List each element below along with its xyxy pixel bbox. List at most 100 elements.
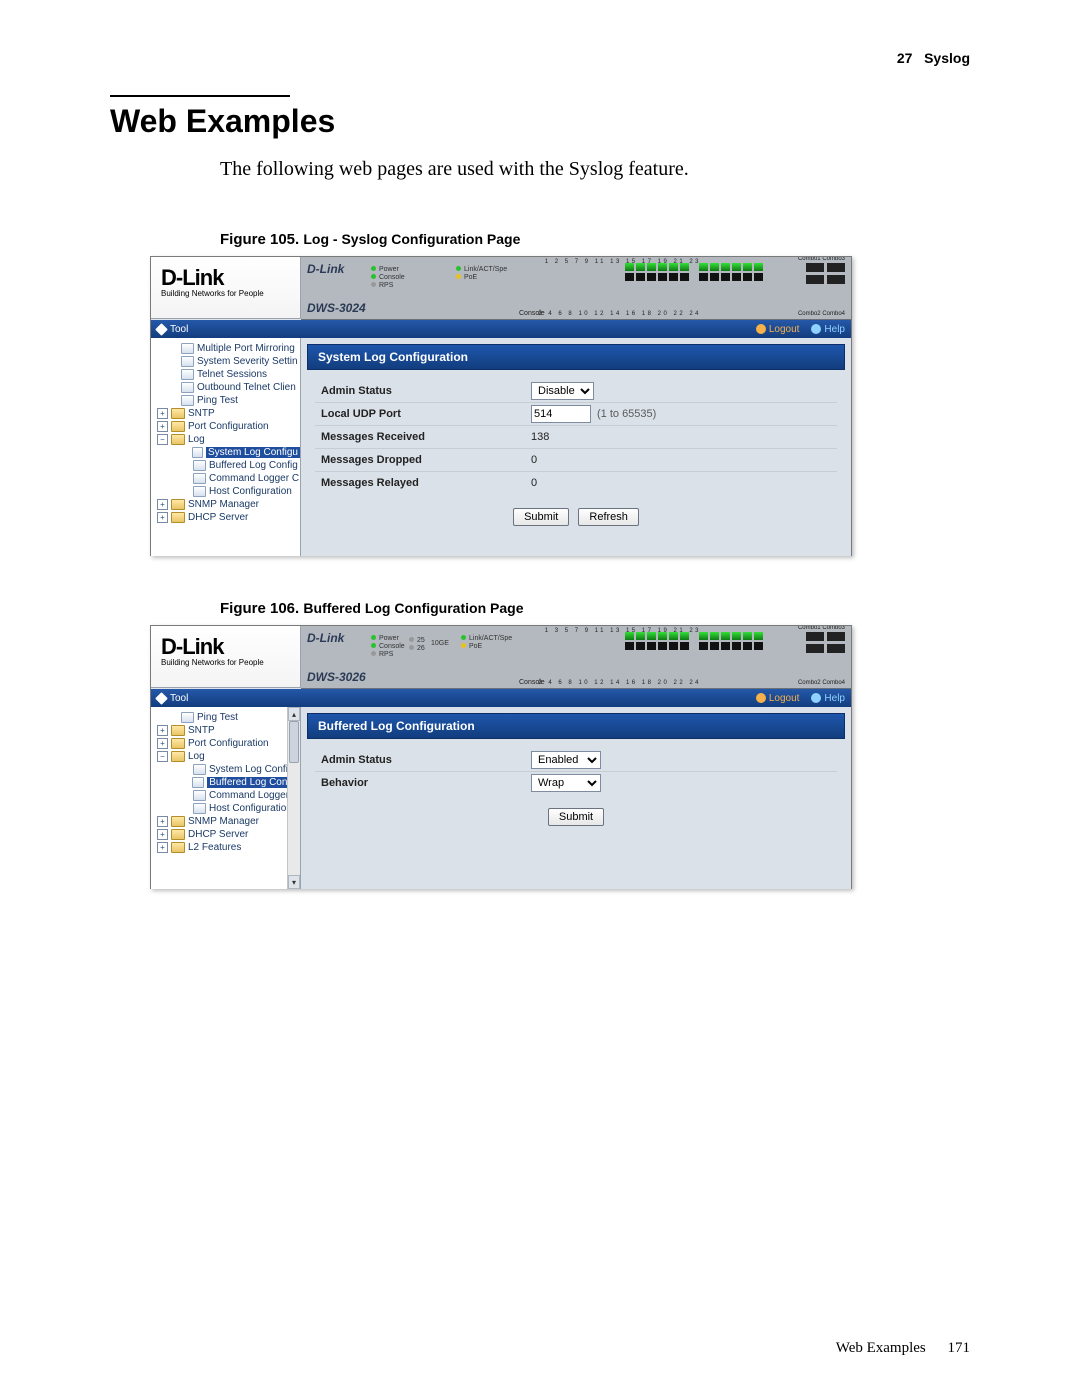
input-udp-port[interactable] <box>531 405 591 423</box>
figure-105-title: Log - Syslog Configuration Page <box>303 231 520 247</box>
expand-icon[interactable]: + <box>157 499 168 510</box>
banner-leds-3: Power Console RPS <box>371 634 405 658</box>
label-msgs-received: Messages Received <box>315 428 531 446</box>
tree-item[interactable]: + Port Configuration <box>155 737 300 750</box>
chapter-title: Syslog <box>924 50 970 66</box>
page-icon <box>193 460 206 471</box>
tool-link-2[interactable]: Tool <box>170 693 188 704</box>
tool-link[interactable]: Tool <box>170 324 188 335</box>
expand-icon[interactable]: + <box>157 738 168 749</box>
tree-item[interactable]: Ping Test <box>155 394 300 407</box>
tree-item[interactable]: Buffered Log Config <box>155 459 300 472</box>
expand-icon[interactable]: + <box>157 829 168 840</box>
select-admin-status[interactable]: Disable <box>531 382 594 400</box>
tree-item[interactable]: +DHCP Server <box>155 828 300 841</box>
scroll-down-icon[interactable]: ▾ <box>288 875 300 889</box>
tree-item-label: Ping Test <box>197 712 238 723</box>
value-msgs-received: 138 <box>531 431 549 443</box>
tree-item[interactable]: +DHCP Server <box>155 511 300 524</box>
figure-105-caption: Figure 105. Log - Syslog Configuration P… <box>220 231 970 248</box>
tree-item[interactable]: Host Configuration <box>155 485 300 498</box>
page-icon <box>181 343 194 354</box>
select-admin-status-2[interactable]: Enabled <box>531 751 601 769</box>
scroll-thumb[interactable] <box>289 721 299 763</box>
scroll-up-icon[interactable]: ▴ <box>288 707 300 721</box>
tree-item[interactable]: −Log <box>155 750 300 763</box>
tree-item[interactable]: Command Logger C <box>155 472 300 485</box>
tree-item[interactable]: System Severity Settin <box>155 355 300 368</box>
expand-icon[interactable]: + <box>157 408 168 419</box>
tree-item[interactable]: +SNTP <box>155 407 300 420</box>
tree-item[interactable]: Outbound Telnet Clien <box>155 381 300 394</box>
help-link[interactable]: Help <box>811 324 845 335</box>
footer-label: Web Examples <box>836 1340 926 1356</box>
port-numbers-bottom-2: 2 4 6 8 10 12 14 16 18 20 22 24 <box>538 680 701 686</box>
submit-button[interactable]: Submit <box>513 508 569 526</box>
tree-item[interactable]: System Log Configu <box>155 446 300 459</box>
page-icon <box>181 356 194 367</box>
led-power-label: Power <box>379 266 399 273</box>
brand-block-2: D-Link Building Networks for People <box>151 626 301 688</box>
tree-item[interactable]: +L2 Features <box>155 841 300 854</box>
expand-icon[interactable]: + <box>157 842 168 853</box>
port-numbers-bottom: 2 4 6 8 10 12 14 16 18 20 22 24 <box>538 311 701 317</box>
brand-name-2: D-Link <box>161 634 294 660</box>
led-poe-label-2: PoE <box>469 643 482 650</box>
port-block-2 <box>625 632 763 650</box>
page-icon <box>181 369 194 380</box>
expand-icon[interactable]: + <box>157 816 168 827</box>
content-panel-2: Buffered Log Configuration Admin Status … <box>301 707 851 889</box>
help-label-2: Help <box>824 693 845 704</box>
tree-scrollbar[interactable]: ▴ ▾ <box>287 707 300 889</box>
led-console-label-2: Console <box>379 643 405 650</box>
expand-icon[interactable]: + <box>157 421 168 432</box>
led-rps-icon-2 <box>371 650 378 657</box>
tree-item-label: Port Configuration <box>188 738 269 749</box>
tree-item-label: Host Configuration <box>209 486 292 497</box>
collapse-icon[interactable]: − <box>157 751 168 762</box>
collapse-icon[interactable]: − <box>157 434 168 445</box>
expand-icon[interactable]: + <box>157 512 168 523</box>
nav-tree[interactable]: Multiple Port MirroringSystem Severity S… <box>151 338 301 556</box>
tree-item-label: Command Logger C <box>209 790 299 801</box>
panel-title-2: Buffered Log Configuration <box>307 713 845 739</box>
tree-item[interactable]: Buffered Log Config <box>155 776 300 789</box>
tree-spacer <box>181 448 189 457</box>
expand-icon[interactable]: + <box>157 725 168 736</box>
led-rps-label-2: RPS <box>379 651 393 658</box>
tree-item[interactable]: Telnet Sessions <box>155 368 300 381</box>
led-console-icon-2 <box>371 642 378 649</box>
led-console-label: Console <box>379 274 405 281</box>
heading-rule <box>110 95 290 97</box>
select-behavior[interactable]: Wrap <box>531 774 601 792</box>
tree-item[interactable]: Ping Test <box>155 711 300 724</box>
value-msgs-relayed: 0 <box>531 477 537 489</box>
figure-106-caption: Figure 106. Buffered Log Configuration P… <box>220 600 970 617</box>
submit-button-2[interactable]: Submit <box>548 808 604 826</box>
logout-link[interactable]: Logout <box>756 324 800 335</box>
nav-tree-2[interactable]: Ping Test+SNTP+Port Configuration−LogSys… <box>151 707 301 889</box>
tree-item[interactable]: +SNTP <box>155 724 300 737</box>
console-label: Console <box>519 310 545 317</box>
tree-item[interactable]: Command Logger C <box>155 789 300 802</box>
led-power-icon <box>371 265 378 272</box>
figure-106-title: Buffered Log Configuration Page <box>303 600 523 616</box>
row-msgs-dropped: Messages Dropped 0 <box>315 448 837 471</box>
led-26-icon <box>409 644 416 651</box>
tree-item-label: Log <box>188 434 205 445</box>
folder-icon <box>171 499 185 510</box>
help-link-2[interactable]: Help <box>811 693 845 704</box>
tree-item-label: Multiple Port Mirroring <box>197 343 295 354</box>
tree-item[interactable]: System Log Configu <box>155 763 300 776</box>
refresh-button[interactable]: Refresh <box>578 508 639 526</box>
tree-item[interactable]: +SNMP Manager <box>155 498 300 511</box>
tree-item[interactable]: + SNMP Manager <box>155 815 300 828</box>
led-rps-label: RPS <box>379 282 393 289</box>
logout-link-2[interactable]: Logout <box>756 693 800 704</box>
tree-item[interactable]: +Port Configuration <box>155 420 300 433</box>
tree-item[interactable]: Host Configuration <box>155 802 300 815</box>
led-power-label-2: Power <box>379 635 399 642</box>
tree-item[interactable]: − Log <box>155 433 300 446</box>
tree-item-label: SNMP Manager <box>188 816 259 827</box>
tree-item[interactable]: Multiple Port Mirroring <box>155 342 300 355</box>
